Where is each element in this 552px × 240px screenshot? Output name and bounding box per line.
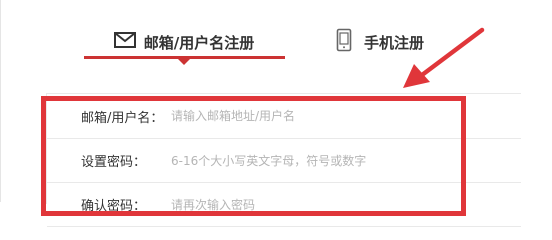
tab-phone-register[interactable]: 手机注册	[336, 26, 446, 58]
tab-phone-label: 手机注册	[364, 33, 425, 52]
envelope-icon	[113, 32, 136, 52]
annotation-highlight-box	[41, 96, 466, 216]
active-tab-caret	[178, 59, 190, 65]
mobile-phone-icon	[336, 28, 352, 56]
tab-email-username-register[interactable]: 邮箱/用户名注册	[84, 26, 284, 58]
page-left-border	[0, 0, 1, 202]
tab-email-label: 邮箱/用户名注册	[143, 33, 255, 52]
